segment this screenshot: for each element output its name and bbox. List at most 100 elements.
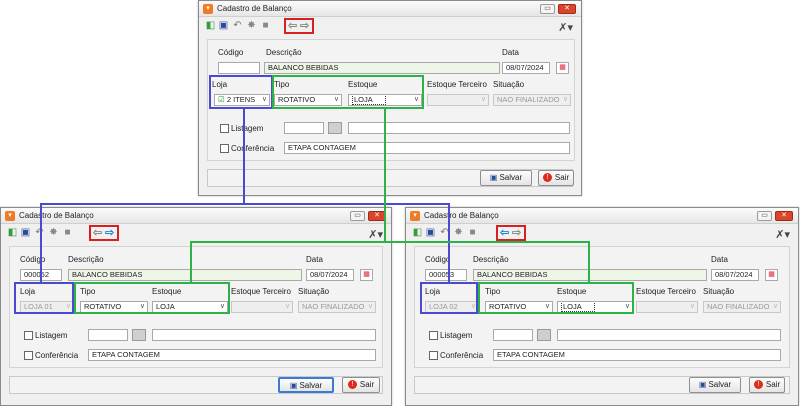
calendar-icon[interactable]: ▦ bbox=[360, 269, 373, 281]
bottom-bar: ▣ Salvar ! Sair bbox=[414, 376, 790, 394]
listagem-search-button[interactable] bbox=[537, 329, 551, 341]
calendar-icon[interactable]: ▦ bbox=[556, 62, 569, 74]
arrow-right-icon[interactable]: ⇨ bbox=[512, 227, 521, 239]
descricao-label: Descrição bbox=[68, 255, 104, 264]
data-field[interactable]: 08/07/2024 bbox=[502, 62, 550, 74]
gear-icon[interactable]: ✸ bbox=[48, 227, 59, 239]
conferencia-field[interactable]: ETAPA CONTAGEM bbox=[88, 349, 376, 361]
new-icon[interactable]: ◧ bbox=[412, 227, 423, 239]
close-icon[interactable]: ✕ bbox=[558, 4, 576, 14]
estoque-terceiro-combo[interactable]: ∨ bbox=[636, 301, 698, 313]
close-icon[interactable]: ✕ bbox=[775, 211, 793, 221]
save-icon[interactable]: ▣ bbox=[20, 227, 31, 239]
loja-highlight-left bbox=[14, 282, 74, 314]
conferencia-field[interactable]: ETAPA CONTAGEM bbox=[493, 349, 781, 361]
descricao-field[interactable]: BALANCO BEBIDAS bbox=[473, 269, 707, 281]
listagem-description-field[interactable] bbox=[557, 329, 781, 341]
situacao-combo[interactable]: NAO FINALIZADO ∨ bbox=[493, 94, 571, 106]
delete-icon[interactable]: ■ bbox=[260, 20, 271, 32]
undo-icon[interactable]: ↶ bbox=[232, 20, 243, 32]
save-icon[interactable]: ▣ bbox=[218, 20, 229, 32]
situacao-combo[interactable]: NAO FINALIZADO ∨ bbox=[298, 301, 376, 313]
listagem-checkbox[interactable] bbox=[220, 124, 229, 133]
connector-green-left-drop bbox=[190, 241, 192, 282]
conferencia-checkbox[interactable] bbox=[24, 351, 33, 360]
exit-icon: ! bbox=[542, 173, 552, 183]
estoque-terceiro-label: Estoque Terceiro bbox=[427, 80, 487, 89]
tools-icon[interactable]: ✗▾ bbox=[368, 228, 383, 241]
sair-button[interactable]: ! Sair bbox=[749, 377, 785, 393]
listagem-search-button[interactable] bbox=[328, 122, 342, 134]
salvar-button[interactable]: ▣ Salvar bbox=[480, 170, 532, 186]
data-field[interactable]: 08/07/2024 bbox=[711, 269, 759, 281]
exit-icon: ! bbox=[753, 380, 763, 390]
listagem-label: Listagem bbox=[35, 331, 68, 340]
maximize-icon[interactable]: ▭ bbox=[540, 4, 555, 14]
arrow-right-icon[interactable]: ⇨ bbox=[300, 20, 309, 32]
descricao-field[interactable]: BALANCO BEBIDAS bbox=[68, 269, 302, 281]
listagem-search-button[interactable] bbox=[132, 329, 146, 341]
window-title: Cadastro de Balanço bbox=[217, 4, 292, 13]
chevron-down-icon: ∨ bbox=[284, 303, 290, 310]
listagem-label: Listagem bbox=[231, 124, 264, 133]
listagem-description-field[interactable] bbox=[348, 122, 570, 134]
salvar-button[interactable]: ▣ Salvar bbox=[689, 377, 741, 393]
codigo-field[interactable] bbox=[218, 62, 260, 74]
listagem-field[interactable] bbox=[493, 329, 533, 341]
data-field[interactable]: 08/07/2024 bbox=[306, 269, 354, 281]
loja-highlight-right bbox=[420, 282, 478, 314]
delete-icon[interactable]: ■ bbox=[62, 227, 73, 239]
data-label: Data bbox=[502, 48, 519, 57]
chevron-down-icon: ∨ bbox=[367, 303, 373, 310]
arrow-left-icon[interactable]: ⇦ bbox=[500, 227, 509, 239]
maximize-icon[interactable]: ▭ bbox=[757, 211, 772, 221]
situacao-value: NAO FINALIZADO bbox=[497, 95, 560, 104]
arrow-left-icon[interactable]: ⇦ bbox=[288, 20, 297, 32]
new-icon[interactable]: ◧ bbox=[7, 227, 18, 239]
listagem-description-field[interactable] bbox=[152, 329, 376, 341]
conferencia-label: Conferência bbox=[440, 351, 484, 360]
gear-icon[interactable]: ✸ bbox=[246, 20, 257, 32]
calendar-icon[interactable]: ▦ bbox=[765, 269, 778, 281]
connector-green-vertical bbox=[384, 109, 386, 242]
tools-icon[interactable]: ✗▾ bbox=[775, 228, 790, 241]
situacao-value: NAO FINALIZADO bbox=[707, 302, 770, 311]
listagem-field[interactable] bbox=[284, 122, 324, 134]
listagem-field[interactable] bbox=[88, 329, 128, 341]
codigo-field[interactable]: 000053 bbox=[425, 269, 467, 281]
conferencia-label: Conferência bbox=[231, 144, 275, 153]
arrow-left-icon[interactable]: ⇦ bbox=[93, 227, 102, 239]
situacao-label: Situação bbox=[703, 287, 735, 296]
tipo-estoque-highlight-left bbox=[74, 282, 230, 314]
save-icon[interactable]: ▣ bbox=[425, 227, 436, 239]
conferencia-field[interactable]: ETAPA CONTAGEM bbox=[284, 142, 570, 154]
connector-green-horizontal bbox=[190, 241, 590, 243]
bottom-bar: ▣ Salvar ! Sair bbox=[207, 169, 574, 187]
descricao-label: Descrição bbox=[473, 255, 509, 264]
listagem-checkbox[interactable] bbox=[429, 331, 438, 340]
delete-icon[interactable]: ■ bbox=[467, 227, 478, 239]
save-icon: ▣ bbox=[289, 381, 298, 390]
new-icon[interactable]: ◧ bbox=[205, 20, 216, 32]
estoque-terceiro-combo[interactable]: ∨ bbox=[427, 94, 489, 106]
situacao-combo[interactable]: NAO FINALIZADO ∨ bbox=[703, 301, 781, 313]
window-title: Cadastro de Balanço bbox=[424, 211, 499, 220]
descricao-field[interactable]: BALANCO BEBIDAS bbox=[264, 62, 500, 74]
situacao-label: Situação bbox=[298, 287, 330, 296]
salvar-button[interactable]: ▣ Salvar bbox=[278, 377, 334, 393]
toolbar: ◧ ▣ ↶ ✸ ■ ⇦ ⇨ bbox=[7, 225, 127, 241]
toolbar: ◧ ▣ ↶ ✸ ■ ⇦ ⇨ bbox=[205, 18, 325, 34]
maximize-icon[interactable]: ▭ bbox=[350, 211, 365, 221]
conferencia-checkbox[interactable] bbox=[220, 144, 229, 153]
gear-icon[interactable]: ✸ bbox=[453, 227, 464, 239]
listagem-checkbox[interactable] bbox=[24, 331, 33, 340]
tools-icon[interactable]: ✗▾ bbox=[558, 21, 573, 34]
connector-blue-vertical bbox=[243, 109, 245, 204]
estoque-terceiro-combo[interactable]: ∨ bbox=[231, 301, 293, 313]
sair-button[interactable]: ! Sair bbox=[538, 170, 574, 186]
title-bar: ▾ Cadastro de Balanço ▭ ✕ bbox=[1, 208, 391, 224]
sair-label: Sair bbox=[554, 173, 570, 182]
conferencia-checkbox[interactable] bbox=[429, 351, 438, 360]
sair-button[interactable]: ! Sair bbox=[342, 377, 380, 393]
arrow-right-icon[interactable]: ⇨ bbox=[105, 227, 114, 239]
